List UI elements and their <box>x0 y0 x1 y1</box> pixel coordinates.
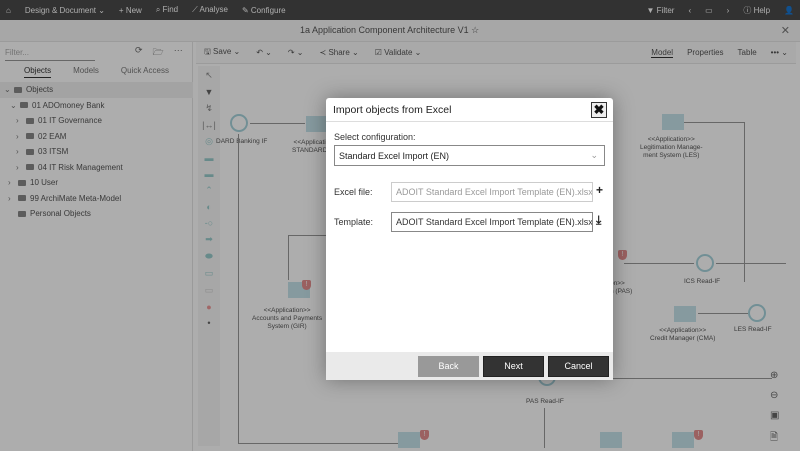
add-file-icon[interactable]: + <box>596 183 603 197</box>
download-icon[interactable]: ⤓ <box>596 213 601 228</box>
cancel-button[interactable]: Cancel <box>548 355 609 377</box>
chevron-down-icon: ⌄ <box>590 150 598 160</box>
template-label: Template: <box>334 217 374 227</box>
configuration-select[interactable]: Standard Excel Import (EN) ⌄ <box>334 145 605 166</box>
next-button[interactable]: Next <box>483 355 544 377</box>
config-label: Select configuration: <box>334 132 416 142</box>
back-button[interactable]: Back <box>418 355 479 377</box>
import-excel-dialog: Import objects from Excel ✖ Select confi… <box>326 98 613 380</box>
excel-file-label: Excel file: <box>334 187 373 197</box>
dialog-footer: Back Next Cancel <box>326 352 613 380</box>
configuration-value: Standard Excel Import (EN) <box>339 151 450 161</box>
dialog-title: Import objects from Excel <box>333 103 452 116</box>
close-icon[interactable]: ✖ <box>591 102 607 118</box>
template-field[interactable]: ADOIT Standard Excel Import Template (EN… <box>391 212 593 232</box>
excel-file-field[interactable]: ADOIT Standard Excel Import Template (EN… <box>391 182 593 202</box>
